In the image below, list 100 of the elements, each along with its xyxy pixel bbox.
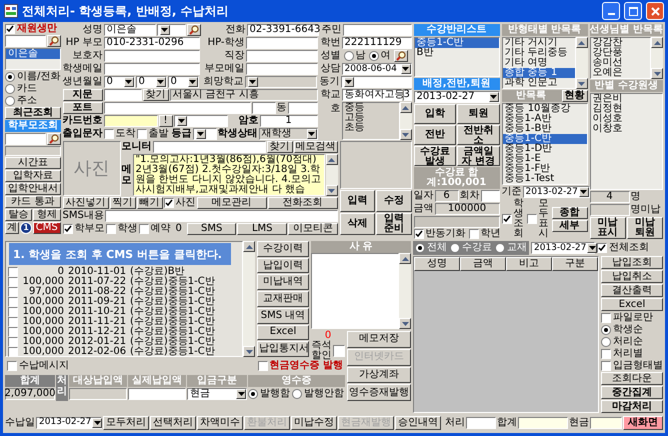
text-field[interactable] — [152, 141, 266, 153]
reason-field[interactable] — [311, 253, 399, 329]
checkbox[interactable]: 모두 표시 — [526, 199, 551, 239]
dropdown[interactable]: 0 — [104, 76, 135, 88]
list-item[interactable]: 이은솔 — [6, 49, 60, 59]
button[interactable]: 차액미수 — [197, 416, 243, 430]
button[interactable]: 입학자료 — [5, 170, 61, 182]
button[interactable]: 퇴원 — [457, 104, 500, 124]
button[interactable]: 계 — [5, 222, 19, 234]
button[interactable]: 수정 — [376, 190, 412, 212]
button[interactable]: LMS — [237, 223, 287, 235]
column-header[interactable]: 구분 — [552, 257, 598, 271]
text-field[interactable] — [342, 24, 412, 36]
checkbox[interactable] — [8, 287, 18, 297]
text-field[interactable] — [104, 115, 158, 127]
button[interactable]: 결산출력 — [601, 284, 663, 297]
radio-button[interactable]: 전체 — [415, 243, 447, 253]
text-field[interactable]: 3 — [402, 89, 412, 101]
checkbox[interactable]: 전체조회 — [597, 243, 649, 253]
button[interactable]: 승인내역 — [395, 416, 441, 430]
checkbox[interactable]: 처리별 — [601, 348, 663, 359]
text-field[interactable] — [246, 63, 318, 75]
button[interactable]: 찾기 — [266, 141, 293, 153]
scroll-down-button[interactable] — [400, 129, 412, 140]
tab[interactable]: 최근조회 — [5, 107, 61, 119]
button[interactable]: SMS 내역 — [257, 308, 309, 324]
scrollbar[interactable] — [651, 37, 663, 79]
text-field[interactable] — [466, 416, 496, 428]
checkbox[interactable] — [8, 297, 18, 307]
text-field[interactable]: 02-3391-6643 — [246, 24, 319, 36]
button[interactable]: 입력 — [340, 190, 376, 212]
text-field[interactable] — [104, 50, 200, 62]
button[interactable]: 미납내역 — [257, 274, 309, 290]
button[interactable]: 카드 통과 — [5, 196, 61, 208]
radio-button[interactable]: 교재 — [495, 243, 527, 253]
list-item[interactable]: 초등 — [342, 123, 399, 133]
scroll-up-button[interactable] — [651, 37, 663, 48]
text-field[interactable]: 010-2331-0296 — [104, 37, 200, 49]
text-field[interactable]: 서울시 금천구 시흥 — [170, 89, 318, 101]
checkbox[interactable]: 현금영수증 발행 — [258, 361, 343, 371]
text-field[interactable] — [518, 416, 568, 428]
checkbox[interactable]: 파일로만 — [601, 312, 663, 323]
text-field[interactable] — [480, 190, 500, 202]
button[interactable]: 가상계좌 — [347, 366, 411, 384]
text-field[interactable] — [5, 35, 46, 47]
list-item[interactable]: 중등1-B반 — [502, 124, 587, 134]
checkbox[interactable]: 출발 — [136, 129, 169, 139]
button[interactable]: 전반 — [414, 125, 456, 145]
text-field[interactable]: 동화여자고등 — [342, 89, 402, 101]
button[interactable]: 찍기 — [110, 197, 136, 209]
radio-button[interactable]: 발행함 — [248, 389, 290, 399]
list-item[interactable]: 중등 10월종강 — [502, 104, 587, 114]
button[interactable]: 시간표 — [5, 157, 61, 169]
column-header[interactable]: 금액 — [460, 257, 506, 271]
button[interactable]: 미납 표시 — [590, 217, 626, 239]
button[interactable]: 납입통지서 — [257, 341, 309, 358]
list-item[interactable]: 기타 여명 — [502, 58, 575, 68]
radio-button[interactable]: 발행안함 — [292, 389, 344, 399]
checkbox[interactable] — [8, 327, 18, 337]
list-item[interactable]: 과학 인문고 — [502, 78, 575, 88]
maximize-button[interactable] — [624, 2, 642, 20]
text-field[interactable] — [590, 416, 622, 428]
button[interactable]: 납입조회 — [601, 256, 663, 269]
radio-button[interactable]: 여 — [368, 51, 391, 61]
button[interactable]: ! — [158, 115, 173, 127]
scroll-down-button[interactable] — [651, 68, 663, 79]
column-header[interactable]: 비고 — [506, 257, 552, 271]
list-item[interactable]: 오예은 — [590, 68, 650, 78]
list-item[interactable]: 이창호 — [590, 124, 662, 134]
text-field[interactable]: 이은솔 — [104, 24, 156, 36]
dropdown[interactable] — [244, 76, 317, 88]
dropdown[interactable] — [174, 115, 228, 127]
button[interactable]: 사진넣기 — [62, 197, 109, 209]
scroll-down-button[interactable] — [326, 185, 338, 196]
dropdown[interactable] — [192, 128, 217, 140]
text-field[interactable] — [104, 89, 142, 101]
button[interactable]: 마감처리 — [601, 400, 663, 413]
dropdown[interactable] — [156, 24, 186, 36]
list-item[interactable]: 기타 거시기 — [502, 38, 575, 48]
list-item[interactable]: 김정현 — [590, 104, 662, 114]
button[interactable]: 미납 퇴원 — [626, 217, 663, 239]
radio-button[interactable]: 학생순 — [601, 324, 663, 335]
list-item[interactable]: 중등1-C반 — [414, 38, 499, 48]
list-item[interactable]: 이성호 — [590, 114, 662, 124]
checkbox[interactable]: 반동기화 — [414, 229, 466, 239]
list-item[interactable]: 고등 — [342, 113, 399, 123]
checkbox[interactable]: 학생 — [106, 224, 138, 234]
text-field[interactable] — [104, 102, 251, 114]
button[interactable]: 교재판매 — [257, 291, 309, 307]
text-field[interactable]: 222111129 — [342, 37, 412, 49]
checkbox[interactable] — [8, 267, 18, 277]
text-field[interactable] — [128, 388, 186, 400]
text-field[interactable] — [104, 210, 338, 222]
checkbox[interactable]: 학부모 — [62, 224, 105, 234]
text-field[interactable] — [69, 388, 127, 400]
scrollbar[interactable] — [326, 154, 338, 196]
list-item[interactable]: 중등1-A반 — [502, 114, 587, 124]
button[interactable]: 금액일자 변경 — [457, 146, 500, 166]
radio-button[interactable]: 이름/전화 — [5, 71, 61, 82]
text-field[interactable] — [104, 63, 200, 75]
